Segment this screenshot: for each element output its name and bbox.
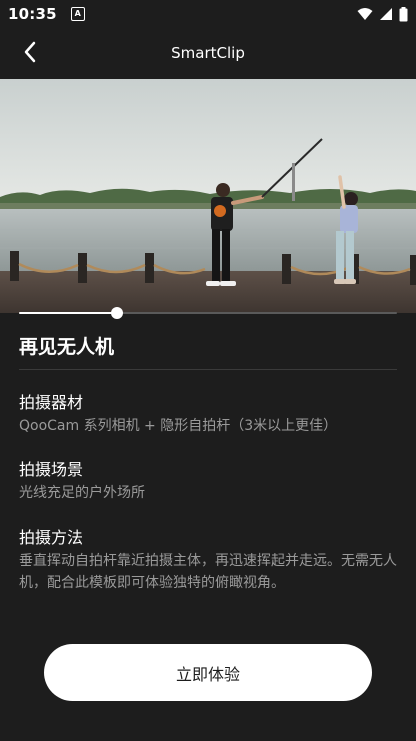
- progress-fill: [19, 312, 118, 314]
- page-title: SmartClip: [171, 44, 245, 62]
- video-progress-slider[interactable]: [19, 307, 397, 319]
- progress-thumb[interactable]: [111, 307, 124, 319]
- signal-icon: [380, 8, 392, 20]
- section-heading: 拍摄场景: [19, 460, 84, 479]
- status-bar: 10:35 A: [0, 0, 416, 28]
- divider: [19, 369, 397, 370]
- section-heading: 拍摄方法: [19, 528, 84, 547]
- section-body: QooCam 系列相机 + 隐形自拍杆（3米以上更佳）: [19, 418, 338, 434]
- section-equipment: 拍摄器材 QooCam 系列相机 + 隐形自拍杆（3米以上更佳）: [19, 392, 399, 437]
- section-heading: 拍摄器材: [19, 393, 84, 412]
- status-left: 10:35 A: [8, 5, 85, 23]
- top-bar: SmartClip: [0, 28, 416, 78]
- video-preview[interactable]: [0, 79, 416, 313]
- battery-icon: [399, 6, 408, 21]
- status-right: [357, 6, 408, 22]
- chevron-left-icon: [24, 41, 36, 63]
- template-title: 再见无人机: [19, 336, 115, 358]
- video-frame-image: [0, 79, 416, 313]
- app-notification-icon: A: [70, 7, 85, 21]
- wifi-icon: [357, 8, 373, 20]
- status-time: 10:35: [8, 5, 57, 23]
- section-method: 拍摄方法 垂直挥动自拍杆靠近拍摄主体，再迅速挥起并走远。无需无人机，配合此模板即…: [19, 527, 397, 594]
- try-now-button[interactable]: 立即体验: [44, 644, 372, 701]
- section-body: 光线充足的户外场所: [19, 485, 145, 501]
- section-body: 垂直挥动自拍杆靠近拍摄主体，再迅速挥起并走远。无需无人机，配合此模板即可体验独特…: [19, 553, 397, 591]
- back-button[interactable]: [16, 38, 44, 66]
- section-scene: 拍摄场景 光线充足的户外场所: [19, 459, 399, 504]
